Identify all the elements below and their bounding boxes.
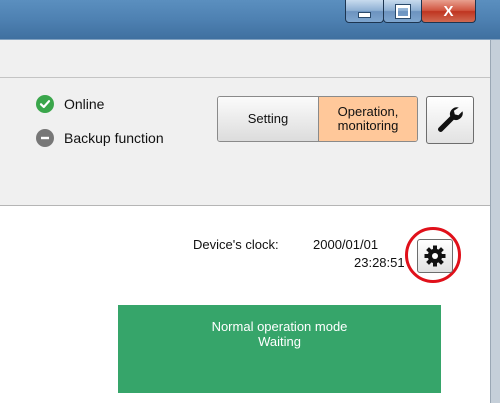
minimize-icon <box>358 12 371 18</box>
gear-icon <box>424 245 446 267</box>
maximize-button[interactable] <box>383 0 422 23</box>
divider <box>0 77 490 78</box>
setting-button[interactable]: Setting <box>218 97 319 141</box>
operation-mode-text: Normal operation mode <box>211 319 348 334</box>
operation-state-text: Waiting <box>258 334 301 349</box>
close-button[interactable]: X <box>421 0 476 23</box>
title-bar: X <box>0 0 500 40</box>
operation-label-line2: monitoring <box>337 118 399 133</box>
device-clock-date: 2000/01/01 <box>313 237 379 252</box>
device-clock-label: Device's clock: <box>193 237 279 252</box>
status-online: Online <box>36 95 104 113</box>
minus-icon <box>36 129 54 147</box>
status-backup-label: Backup function <box>64 130 164 146</box>
status-online-label: Online <box>64 96 105 112</box>
window-right-border <box>490 40 500 403</box>
tools-button[interactable] <box>426 96 474 144</box>
close-icon: X <box>443 2 454 20</box>
check-icon <box>36 95 54 113</box>
device-clock-time: 23:28:51 <box>354 255 405 270</box>
minimize-button[interactable] <box>345 0 384 23</box>
mode-toggle: Setting Operation, monitoring <box>217 96 418 142</box>
status-backup: Backup function <box>36 129 164 147</box>
operation-monitoring-button[interactable]: Operation, monitoring <box>319 97 417 141</box>
wrench-icon <box>438 107 463 132</box>
operation-label-line1: Operation, <box>337 104 399 119</box>
clock-settings-button[interactable] <box>417 239 453 273</box>
operation-status-panel: Normal operation mode Waiting <box>118 305 441 393</box>
maximize-icon <box>395 4 410 18</box>
